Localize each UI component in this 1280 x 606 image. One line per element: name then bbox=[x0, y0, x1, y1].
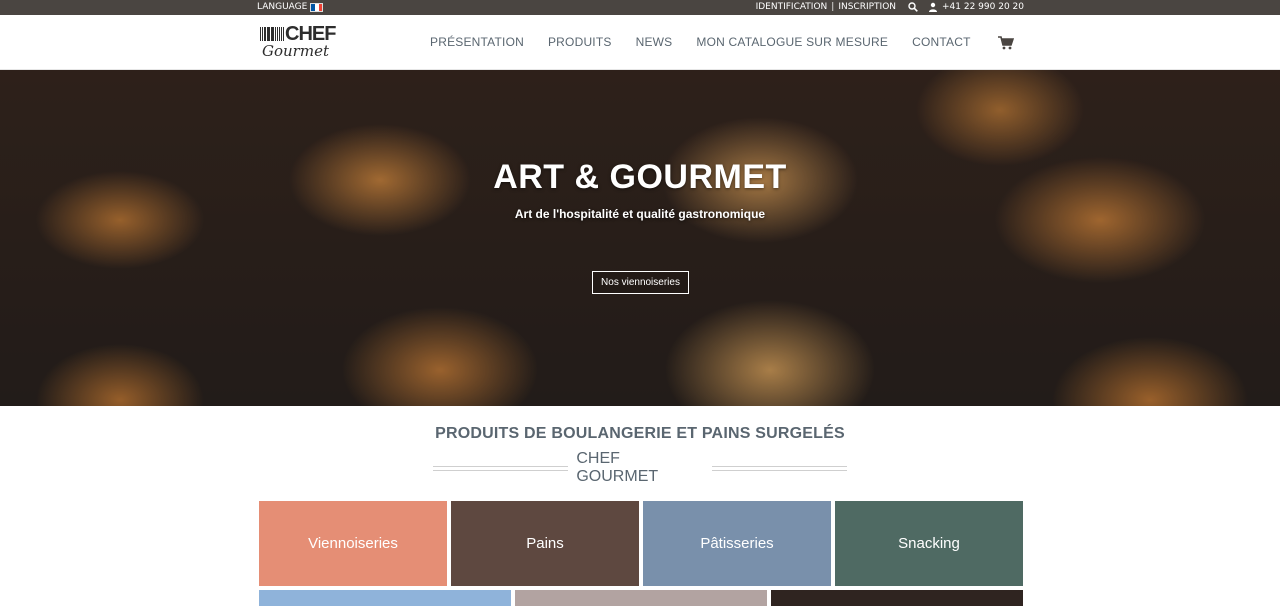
section-subtitle: CHEF GOURMET bbox=[576, 450, 659, 485]
category-tile-row2-2[interactable] bbox=[515, 590, 767, 606]
hero-banner: ART & GOURMET Art de l'hospitalité et qu… bbox=[0, 70, 1280, 406]
chef-gourmet-logo[interactable]: CHEF Gourmet bbox=[260, 23, 340, 64]
category-tile-viennoiseries[interactable]: Viennoiseries bbox=[259, 501, 447, 586]
category-tiles: Viennoiseries Pains Pâtisseries Snacking bbox=[259, 501, 1023, 586]
section-title: PRODUITS DE BOULANGERIE ET PAINS SURGELÉ… bbox=[435, 425, 845, 442]
logo-text-gourmet: Gourmet bbox=[262, 42, 329, 60]
hero-overlay bbox=[0, 70, 1280, 406]
search-icon[interactable] bbox=[908, 2, 918, 12]
nav-item-produits[interactable]: PRODUITS bbox=[548, 35, 612, 49]
category-label: Pains bbox=[526, 535, 564, 552]
category-label: Viennoiseries bbox=[308, 535, 398, 552]
identification-link[interactable]: IDENTIFICATION bbox=[756, 2, 828, 12]
french-flag-icon[interactable] bbox=[310, 2, 324, 12]
category-tile-row2-3[interactable] bbox=[771, 590, 1023, 606]
main-navigation: PRÉSENTATION PRODUITS NEWS MON CATALOGUE… bbox=[430, 35, 995, 49]
category-tile-patisseries[interactable]: Pâtisseries bbox=[643, 501, 831, 586]
barcode-mark bbox=[260, 27, 284, 41]
phone-number[interactable]: +41 22 990 20 20 bbox=[942, 2, 1024, 12]
hero-subtitle: Art de l'hospitalité et qualité gastrono… bbox=[514, 207, 766, 221]
site-header: CHEF Gourmet PRÉSENTATION PRODUITS NEWS … bbox=[0, 15, 1280, 70]
section-subtitle-block: CHEF GOURMET bbox=[433, 450, 848, 485]
viennoiseries-button[interactable]: Nos viennoiseries bbox=[592, 271, 689, 294]
category-tile-snacking[interactable]: Snacking bbox=[835, 501, 1023, 586]
language-label: LANGUAGE bbox=[257, 2, 308, 12]
category-tile-pains[interactable]: Pains bbox=[451, 501, 639, 586]
nav-item-presentation[interactable]: PRÉSENTATION bbox=[430, 35, 524, 49]
topbar-separator: | bbox=[831, 2, 835, 12]
shopping-cart-icon[interactable] bbox=[998, 35, 1015, 50]
inscription-link[interactable]: INSCRIPTION bbox=[838, 2, 896, 12]
nav-item-catalogue[interactable]: MON CATALOGUE SUR MESURE bbox=[696, 35, 888, 49]
category-tiles-row2 bbox=[259, 590, 1023, 606]
nav-item-news[interactable]: NEWS bbox=[636, 35, 673, 49]
user-icon bbox=[928, 2, 938, 12]
nav-item-contact[interactable]: CONTACT bbox=[912, 35, 971, 49]
category-label: Snacking bbox=[898, 535, 960, 552]
decorative-line-right bbox=[711, 465, 848, 471]
category-tile-row2-1[interactable] bbox=[259, 590, 511, 606]
decorative-line-left bbox=[433, 465, 569, 471]
language-selector[interactable]: LANGUAGE bbox=[257, 2, 324, 12]
top-utility-bar: LANGUAGE IDENTIFICATION | INSCRIPTION +4… bbox=[0, 0, 1280, 15]
hero-title: ART & GOURMET bbox=[493, 158, 787, 196]
category-label: Pâtisseries bbox=[700, 535, 774, 552]
